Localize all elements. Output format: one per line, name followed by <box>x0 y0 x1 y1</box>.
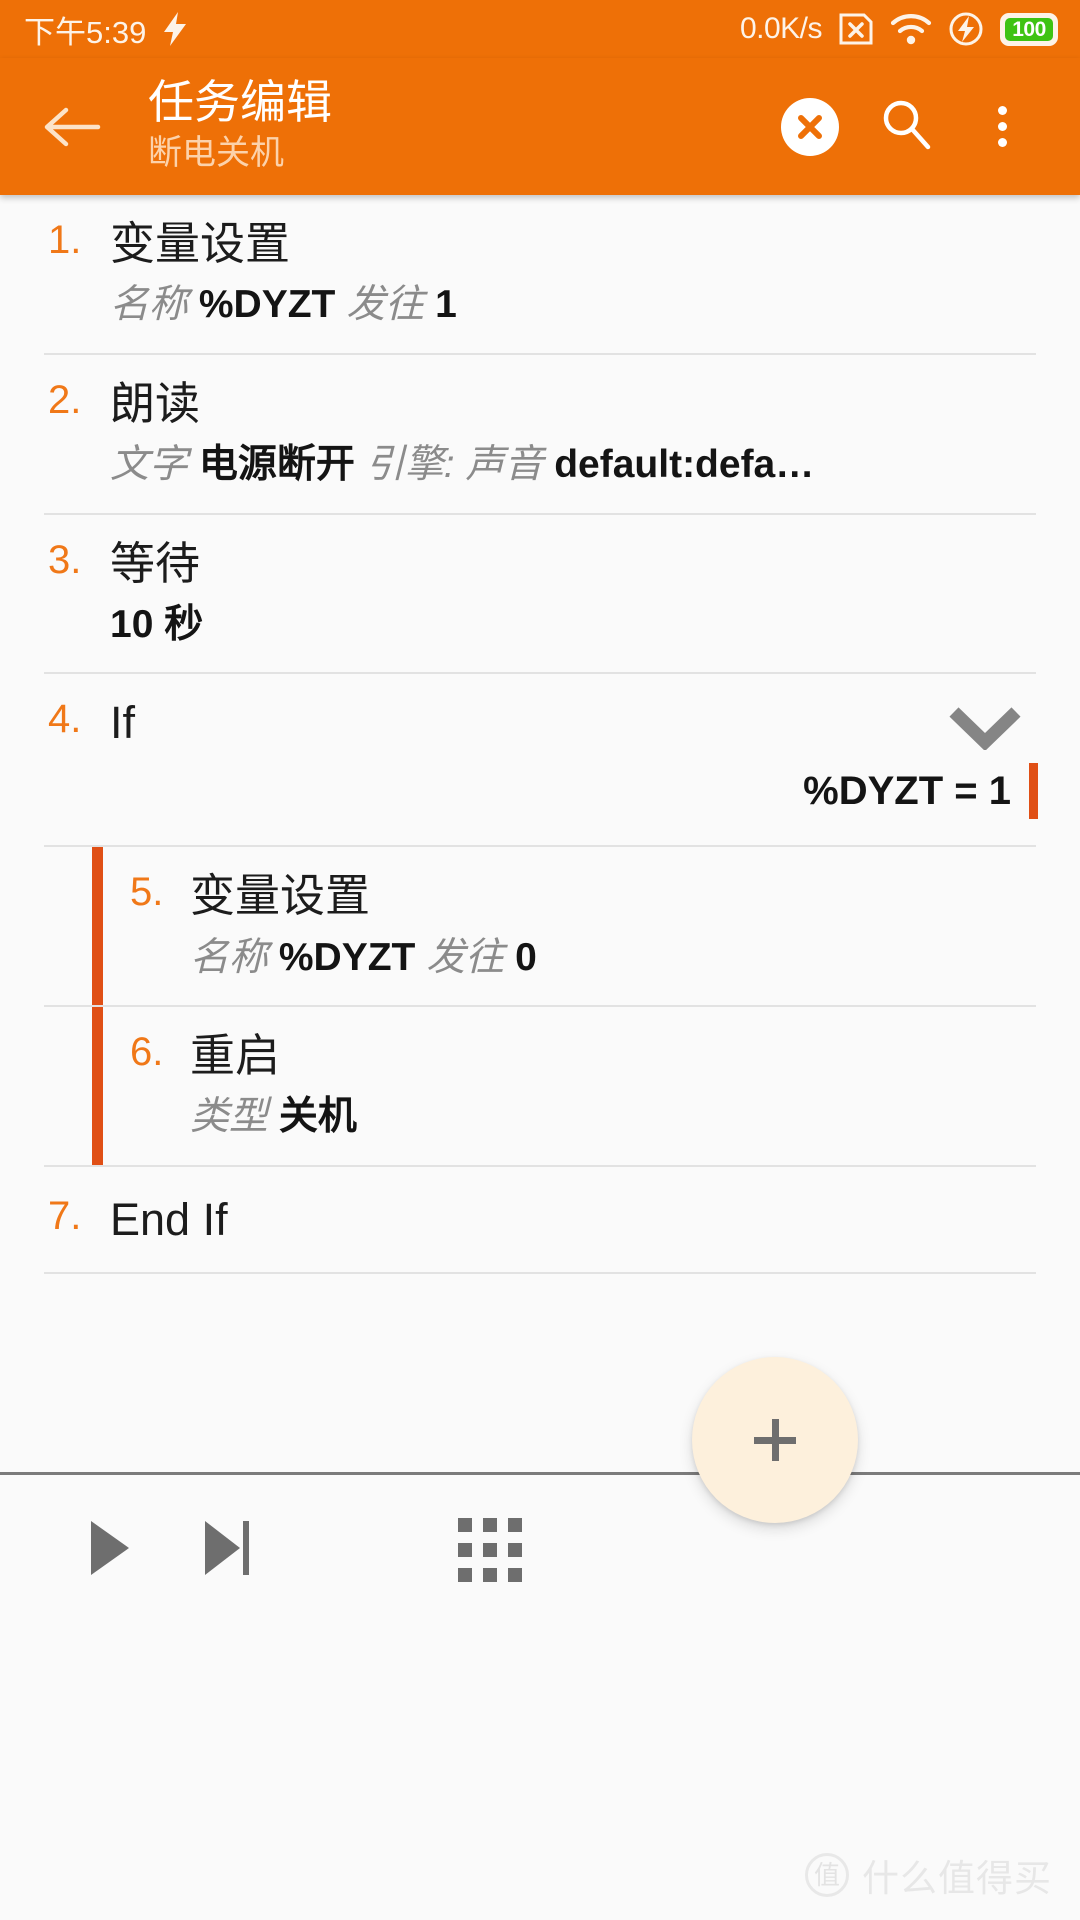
action-title: 重启 <box>190 1030 281 1082</box>
action-row[interactable]: 1. 变量设置 名称 %DYZT 发往 1 <box>0 195 1080 353</box>
action-summary: 文字 电源断开 引擎: 声音 default:defa… <box>110 442 815 486</box>
action-number: 4. <box>48 697 82 742</box>
status-bar: 下午5:39 0.0K/s 100 <box>0 0 1080 58</box>
play-icon <box>87 1519 133 1582</box>
battery-level: 100 <box>1012 17 1046 41</box>
overflow-menu-icon <box>997 106 1007 147</box>
action-number: 7. <box>48 1194 82 1238</box>
if-condition-text: %DYZT = 1 <box>803 768 1011 813</box>
overflow-menu-button[interactable] <box>954 79 1050 175</box>
action-number: 5. <box>130 870 164 915</box>
action-row[interactable]: 7. End If <box>0 1167 1080 1272</box>
close-circle-icon <box>781 97 839 156</box>
action-summary: 10 秒 <box>110 602 204 646</box>
sim-card-x-icon <box>838 12 874 46</box>
network-speed: 0.0K/s <box>739 12 823 45</box>
flash-circle-icon <box>948 11 984 47</box>
action-list[interactable]: 1. 变量设置 名称 %DYZT 发往 1 2. 朗读 文字 电源断开 引擎: … <box>0 195 1080 1472</box>
action-title: If <box>110 697 136 749</box>
back-arrow-icon[interactable] <box>34 89 110 165</box>
add-action-fab[interactable] <box>692 1357 858 1523</box>
action-row[interactable]: 2. 朗读 文字 电源断开 引擎: 声音 default:defa… <box>0 355 1080 513</box>
watermark: 值 什么值得买 <box>805 1848 1052 1902</box>
action-summary: 类型 关机 <box>190 1095 357 1139</box>
lightning-bolt-icon <box>162 12 188 46</box>
action-number: 6. <box>130 1030 164 1075</box>
action-title: End If <box>110 1194 228 1245</box>
page-title: 任务编辑 <box>148 76 332 129</box>
search-icon <box>879 97 933 156</box>
battery-indicator: 100 <box>1000 12 1058 46</box>
action-number: 2. <box>48 377 82 422</box>
condition-bar <box>1029 763 1038 820</box>
step-forward-button[interactable] <box>180 1502 276 1598</box>
action-title: 朗读 <box>110 377 201 429</box>
watermark-text: 什么值得买 <box>862 1858 1052 1899</box>
play-button[interactable] <box>62 1502 158 1598</box>
close-button[interactable] <box>762 79 858 175</box>
action-summary: 名称 %DYZT 发往 1 <box>110 283 457 327</box>
action-summary: 名称 %DYZT 发往 0 <box>190 935 537 979</box>
app-bar-titles: 任务编辑 断电关机 <box>148 78 762 174</box>
search-button[interactable] <box>858 79 954 175</box>
action-title: 变量设置 <box>190 870 371 922</box>
plus-icon-vertical <box>771 1419 779 1461</box>
action-row-if[interactable]: 4. If %DYZT = 1 <box>0 674 1080 845</box>
if-condition[interactable]: %DYZT = 1 <box>0 749 1080 845</box>
watermark-logo: 值 <box>805 1853 849 1897</box>
row-divider <box>44 1272 1036 1275</box>
app-screen: 下午5:39 0.0K/s 100 任务编辑 断电关机 1. 变量设置 名称 %… <box>0 0 1080 1920</box>
action-row[interactable]: 5. 变量设置 名称 %DYZT 发往 0 <box>0 847 1080 1006</box>
block-indent-bar <box>92 847 103 1006</box>
status-time: 下午5:39 <box>24 14 147 50</box>
wifi-icon <box>890 13 932 45</box>
grid-menu-button[interactable] <box>442 1502 538 1598</box>
block-indent-bar <box>92 1007 103 1165</box>
step-forward-icon <box>202 1519 254 1582</box>
chevron-down-icon[interactable] <box>948 704 1022 755</box>
action-number: 3. <box>48 537 82 582</box>
app-bar-actions <box>762 79 1050 175</box>
action-number: 1. <box>48 218 82 262</box>
grid-menu-icon <box>458 1518 522 1582</box>
app-bar: 任务编辑 断电关机 <box>0 58 1080 195</box>
action-title: 变量设置 <box>110 218 291 269</box>
page-subtitle: 断电关机 <box>148 134 284 173</box>
action-row[interactable]: 3. 等待 10 秒 <box>0 515 1080 673</box>
action-title: 等待 <box>110 537 201 589</box>
action-row[interactable]: 6. 重启 类型 关机 <box>0 1007 1080 1165</box>
